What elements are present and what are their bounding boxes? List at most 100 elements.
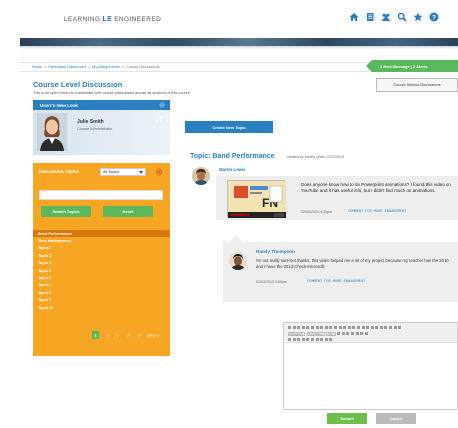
reply-timestamp: 02/03/2019 5:50pm <box>256 280 287 284</box>
topics-filter-select[interactable]: All Topics <box>100 168 146 176</box>
breadcrumb-dashboard[interactable]: Participant Dashboard <box>48 65 86 69</box>
justify-icon[interactable] <box>320 326 324 329</box>
align-right-icon[interactable] <box>315 326 319 329</box>
bullet-list-icon[interactable] <box>324 326 328 329</box>
topic-search-input[interactable] <box>39 190 163 200</box>
fullscreen-icon[interactable] <box>398 326 402 329</box>
anchor-icon[interactable] <box>315 338 319 341</box>
breadcrumb-assignments[interactable]: My Assignments <box>92 65 120 69</box>
star-icon[interactable] <box>413 12 423 22</box>
print-icon[interactable] <box>364 332 368 335</box>
clear-format-icon[interactable] <box>379 326 383 329</box>
topic-item[interactable]: Topic 8 <box>33 289 170 296</box>
post-author[interactable]: Martin Lewis <box>219 167 246 172</box>
subscript-icon[interactable] <box>384 326 388 329</box>
preview-icon[interactable] <box>320 338 324 341</box>
home-icon[interactable] <box>349 12 359 22</box>
reset-button[interactable]: Reset <box>103 206 153 217</box>
user-widget-body: Julie Smith Course Administrator <box>33 110 170 155</box>
insert-col-icon[interactable] <box>297 338 301 341</box>
split-cells-icon[interactable] <box>310 338 314 341</box>
topic-item[interactable]: Topic 9 <box>33 297 170 304</box>
charmap-icon[interactable] <box>360 332 364 335</box>
reply-pointer <box>229 235 243 242</box>
help-icon[interactable] <box>329 338 333 341</box>
submit-button[interactable]: Submit <box>327 413 367 424</box>
topic-item[interactable]: Topic 6 <box>33 274 170 281</box>
code-icon[interactable] <box>370 326 374 329</box>
text-color-icon[interactable] <box>337 332 341 335</box>
page-2[interactable]: 2 <box>103 331 110 339</box>
topic-item[interactable]: Topic 3 <box>33 252 170 259</box>
align-left-icon[interactable] <box>306 326 310 329</box>
search-icon[interactable] <box>397 12 407 22</box>
page-3[interactable]: 3 <box>114 331 121 339</box>
rich-text-editor[interactable]: Paragraph Font Name Size <box>283 322 458 410</box>
course-section-discussions-button[interactable]: Course Section Discussions <box>376 78 458 92</box>
number-list-icon[interactable] <box>329 326 333 329</box>
unlink-icon[interactable] <box>356 326 360 329</box>
user-widget: Userr's New Look Julie Smith Course Admi… <box>33 100 170 155</box>
strikethrough-icon[interactable] <box>301 326 305 329</box>
page-4[interactable]: 4 <box>125 331 132 339</box>
insert-row-icon[interactable] <box>288 338 291 341</box>
size-select[interactable]: Size <box>326 331 336 336</box>
group-icon[interactable] <box>381 12 391 22</box>
gear-icon[interactable] <box>159 102 165 108</box>
table-icon[interactable] <box>366 326 370 329</box>
indent-icon[interactable] <box>338 326 342 329</box>
message-alert-tab[interactable]: 1 New Message | 2 Alerts <box>366 60 458 72</box>
topic-item-active[interactable]: Band Performance <box>33 230 170 238</box>
emoji-icon[interactable] <box>346 332 350 335</box>
merge-cells-icon[interactable] <box>306 338 310 341</box>
topic-item[interactable]: Topic 4 <box>33 260 170 267</box>
topic-item[interactable]: Time Management <box>33 237 170 244</box>
create-new-topic-button[interactable]: Create New Topic <box>185 121 273 133</box>
search-topics-button[interactable]: Search Topics <box>41 206 91 217</box>
reply-bubble: Randy Thompson I'm not really sure but t… <box>223 242 458 302</box>
superscript-icon[interactable] <box>389 326 393 329</box>
cancel-button[interactable]: Cancel <box>376 413 416 424</box>
format-select[interactable]: Paragraph <box>288 331 306 336</box>
close-icon[interactable] <box>155 115 163 123</box>
link-icon[interactable] <box>352 326 356 329</box>
breadcrumb-home[interactable]: Home <box>32 65 42 69</box>
gear-icon[interactable] <box>155 168 163 176</box>
quote-icon[interactable] <box>375 326 379 329</box>
reply-comment-link[interactable]: COMMENT FOR MORE ENGAGEMENT <box>307 280 365 284</box>
image-icon[interactable] <box>361 326 365 329</box>
media-icon[interactable] <box>350 332 354 335</box>
breadcrumb-current: Course Discussions <box>126 65 160 69</box>
logo[interactable]: LEARNING LE ENGINEERED <box>64 12 161 26</box>
page-5[interactable]: 5 <box>136 331 143 339</box>
page-description: This is an open forum to collaborate wit… <box>33 91 191 95</box>
avatar <box>229 252 247 270</box>
delete-col-icon[interactable] <box>301 338 305 341</box>
italic-icon[interactable] <box>292 326 296 329</box>
redo-icon[interactable] <box>347 326 351 329</box>
delete-row-icon[interactable] <box>292 338 296 341</box>
bold-icon[interactable] <box>288 326 291 329</box>
spellcheck-icon[interactable] <box>393 326 397 329</box>
page-title: Course Level Discussion <box>33 80 123 89</box>
undo-icon[interactable] <box>343 326 347 329</box>
highlight-icon[interactable] <box>341 332 345 335</box>
hr-icon[interactable] <box>355 332 359 335</box>
topic-item[interactable]: Topic 7 <box>33 282 170 289</box>
post-comment-link[interactable]: COMMENT FOR MORE ENGAGEMENT <box>348 210 406 214</box>
topic-item[interactable]: Topic 5 <box>33 267 170 274</box>
topic-item[interactable]: Topic 2 <box>33 245 170 252</box>
video-thumbnail[interactable]: FN <box>227 180 286 218</box>
help-icon[interactable]: ? <box>429 12 439 22</box>
notebook-icon[interactable] <box>365 12 375 22</box>
align-center-icon[interactable] <box>310 326 314 329</box>
reply-author[interactable]: Randy Thompson <box>256 249 295 254</box>
next-page-link[interactable]: Next » <box>147 331 159 339</box>
topics-filter-value: All Topics <box>103 170 119 174</box>
underline-icon[interactable] <box>297 326 301 329</box>
topic-item[interactable]: Topic 10 <box>33 304 170 311</box>
font-select[interactable]: Font Name <box>306 331 325 336</box>
outdent-icon[interactable] <box>333 326 337 329</box>
source-icon[interactable] <box>324 338 328 341</box>
page-1[interactable]: 1 <box>92 331 99 339</box>
